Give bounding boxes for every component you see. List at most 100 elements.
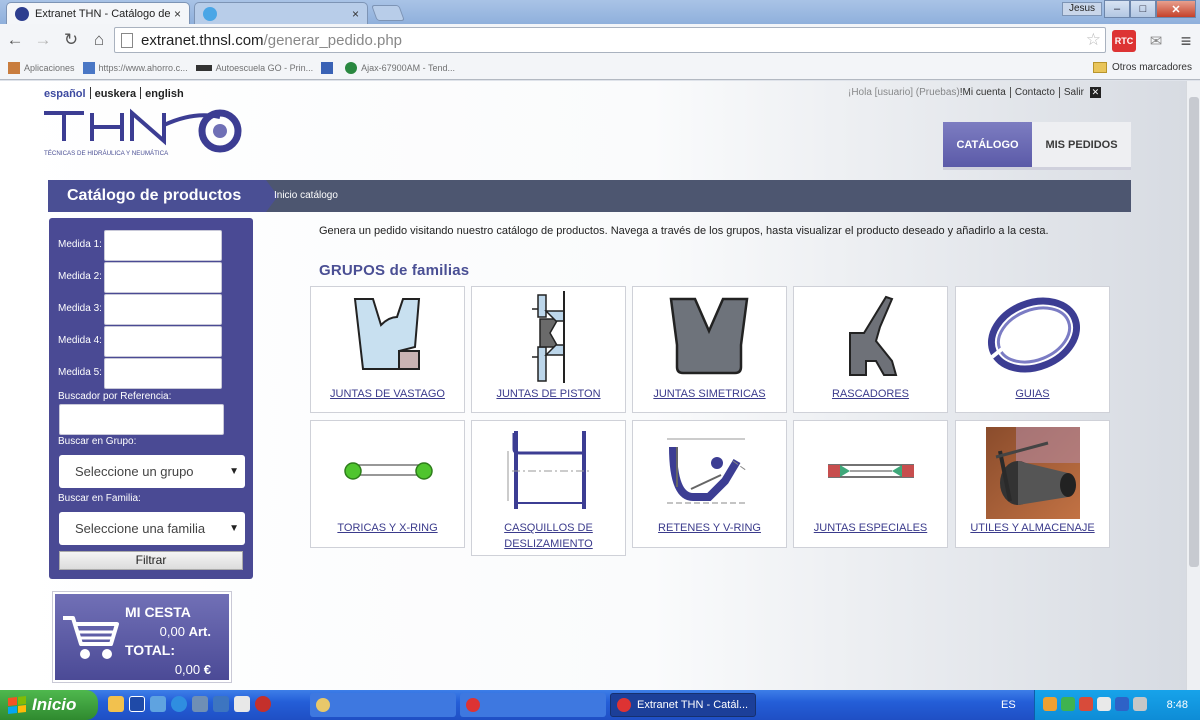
group-card-symmetric-seals[interactable]: JUNTAS SIMETRICAS: [632, 286, 787, 413]
forward-arrow-icon[interactable]: →: [30, 27, 56, 53]
measure-3-label: Medida 3:: [58, 303, 102, 314]
calc-icon[interactable]: [192, 696, 208, 712]
cart-articles-unit: Art.: [188, 624, 211, 639]
group-select[interactable]: Seleccione un grupo ▼: [59, 455, 245, 488]
contact-link[interactable]: Contacto: [1015, 87, 1055, 98]
lang-euskera[interactable]: euskera: [95, 88, 137, 100]
bookmark-page[interactable]: [321, 61, 337, 74]
bookmark-star-icon[interactable]: ☆: [1086, 30, 1101, 50]
bookmark-apps[interactable]: Aplicaciones: [8, 61, 75, 74]
system-tray: ES 8:48: [1001, 690, 1200, 720]
mail-icon[interactable]: ✉: [1146, 30, 1166, 52]
rod-seal-icon: [353, 298, 421, 370]
url-domain: extranet.thnsl.com: [141, 31, 264, 49]
word-icon[interactable]: [129, 696, 145, 712]
group-label[interactable]: JUNTAS ESPECIALES: [798, 520, 943, 536]
bookmark-autoescuela[interactable]: Autoescuela GO - Prin...: [195, 63, 313, 73]
tab-close-icon[interactable]: ×: [174, 7, 181, 21]
group-label[interactable]: CASQUILLOS DE DESLIZAMIENTO: [476, 520, 621, 552]
bookmark-label: https://www.ahorro.c...: [98, 62, 188, 73]
group-label[interactable]: JUNTAS SIMETRICAS: [637, 386, 782, 402]
cart-articles: 0,00 Art.: [160, 624, 211, 639]
group-card-bushings[interactable]: CASQUILLOS DE DESLIZAMIENTO: [471, 420, 626, 556]
taskbar-window-mail[interactable]: [310, 693, 456, 717]
network-icon[interactable]: [1097, 697, 1111, 711]
clock: 8:48: [1166, 699, 1188, 711]
lang-english[interactable]: english: [145, 88, 184, 100]
group-label[interactable]: GUIAS: [960, 386, 1105, 402]
tray-icon[interactable]: [1061, 697, 1075, 711]
measure-2-input[interactable]: [104, 262, 222, 293]
vertical-scrollbar[interactable]: [1186, 81, 1200, 690]
group-label[interactable]: JUNTAS DE VASTAGO: [315, 386, 460, 402]
logout-link[interactable]: Salir: [1064, 87, 1084, 98]
taskbar-window-itunes[interactable]: [460, 693, 606, 717]
tab-twitter[interactable]: ×: [194, 2, 368, 24]
breadcrumb[interactable]: Inicio catálogo: [274, 180, 338, 212]
group-card-special-seals[interactable]: JUNTAS ESPECIALES: [793, 420, 948, 548]
new-tab-button[interactable]: [371, 5, 405, 21]
group-card-piston-seals[interactable]: JUNTAS DE PISTON: [471, 286, 626, 413]
group-label[interactable]: RASCADORES: [798, 386, 943, 402]
tray-icon[interactable]: [1043, 697, 1057, 711]
reload-icon[interactable]: ↻: [58, 27, 84, 53]
chrome-icon[interactable]: [255, 696, 271, 712]
app-icon[interactable]: [213, 696, 229, 712]
window-close-button[interactable]: ✕: [1156, 0, 1196, 18]
ie-icon[interactable]: [171, 696, 187, 712]
windows-taskbar: Inicio Extranet THN - Catál... ES 8:48: [0, 690, 1200, 720]
logo-tagline: TÉCNICAS DE HIDRÁULICA Y NEUMÁTICA: [44, 150, 169, 157]
cart-widget[interactable]: MI CESTA 0,00 Art. TOTAL: 0,00 €: [52, 591, 232, 683]
family-select[interactable]: Seleccione una familia ▼: [59, 512, 245, 545]
app-icon[interactable]: [150, 696, 166, 712]
tray-icon[interactable]: [1079, 697, 1093, 711]
bookmark-ahorro[interactable]: https://www.ahorro.c...: [82, 61, 188, 74]
other-bookmarks[interactable]: Otros marcadores: [1092, 62, 1192, 73]
group-label[interactable]: TORICAS Y X-RING: [315, 520, 460, 536]
thn-logo-icon: TÉCNICAS DE HIDRÁULICA Y NEUMÁTICA: [44, 108, 242, 157]
tray-icon[interactable]: [1133, 697, 1147, 711]
tab-close-icon[interactable]: ×: [352, 7, 359, 21]
taskbar-window-chrome[interactable]: Extranet THN - Catál...: [610, 693, 756, 717]
bookmark-ajax[interactable]: Ajax-67900AM - Tend...: [345, 61, 455, 74]
volume-icon[interactable]: [1115, 697, 1129, 711]
measure-5-input[interactable]: [104, 358, 222, 389]
rtc-extension-icon[interactable]: RTC: [1112, 30, 1136, 52]
thn-logo[interactable]: TÉCNICAS DE HIDRÁULICA Y NEUMÁTICA: [44, 107, 244, 162]
folder-icon[interactable]: [108, 696, 124, 712]
scrollbar-thumb[interactable]: [1189, 97, 1199, 567]
measure-4-input[interactable]: [104, 326, 222, 357]
tab-extranet[interactable]: Extranet THN - Catálogo de ×: [6, 2, 190, 24]
home-icon[interactable]: ⌂: [86, 27, 112, 53]
minimize-button[interactable]: –: [1104, 0, 1130, 18]
measure-3-input[interactable]: [104, 294, 222, 325]
group-label[interactable]: UTILES Y ALMACENAJE: [960, 520, 1105, 536]
maximize-button[interactable]: □: [1130, 0, 1156, 18]
page-icon: [121, 32, 133, 48]
back-arrow-icon[interactable]: ←: [2, 27, 28, 53]
nav-catalog[interactable]: CATÁLOGO: [943, 122, 1032, 167]
group-label[interactable]: RETENES Y V-RING: [637, 520, 782, 536]
logout-close-icon[interactable]: ✕: [1089, 87, 1101, 98]
lang-espanol[interactable]: español: [44, 88, 86, 100]
group-card-orings[interactable]: TORICAS Y X-RING: [310, 420, 465, 548]
reference-input[interactable]: [59, 404, 224, 435]
group-card-oil-seals[interactable]: RETENES Y V-RING: [632, 420, 787, 548]
network-icon[interactable]: [234, 696, 250, 712]
measure-1-input[interactable]: [104, 230, 222, 261]
apps-icon: [8, 61, 20, 74]
group-card-wipers[interactable]: RASCADORES: [793, 286, 948, 413]
group-card-guides[interactable]: GUIAS: [955, 286, 1110, 413]
language-indicator[interactable]: ES: [1001, 699, 1016, 711]
my-account-link[interactable]: Mi cuenta: [963, 87, 1006, 98]
start-button[interactable]: Inicio: [0, 690, 98, 720]
filter-button[interactable]: Filtrar: [59, 551, 243, 570]
address-bar[interactable]: extranet.thnsl.com/generar_pedido.php ☆: [114, 27, 1106, 53]
group-card-tools-storage[interactable]: UTILES Y ALMACENAJE: [955, 420, 1110, 548]
nav-my-orders[interactable]: MIS PEDIDOS: [1032, 122, 1131, 167]
group-card-rod-seals[interactable]: JUNTAS DE VASTAGO: [310, 286, 465, 413]
menu-icon[interactable]: ≡: [1176, 30, 1196, 52]
group-label[interactable]: JUNTAS DE PISTON: [476, 386, 621, 402]
cart-total-value: 0,00: [174, 662, 201, 677]
window-user[interactable]: Jesus: [1062, 2, 1102, 16]
